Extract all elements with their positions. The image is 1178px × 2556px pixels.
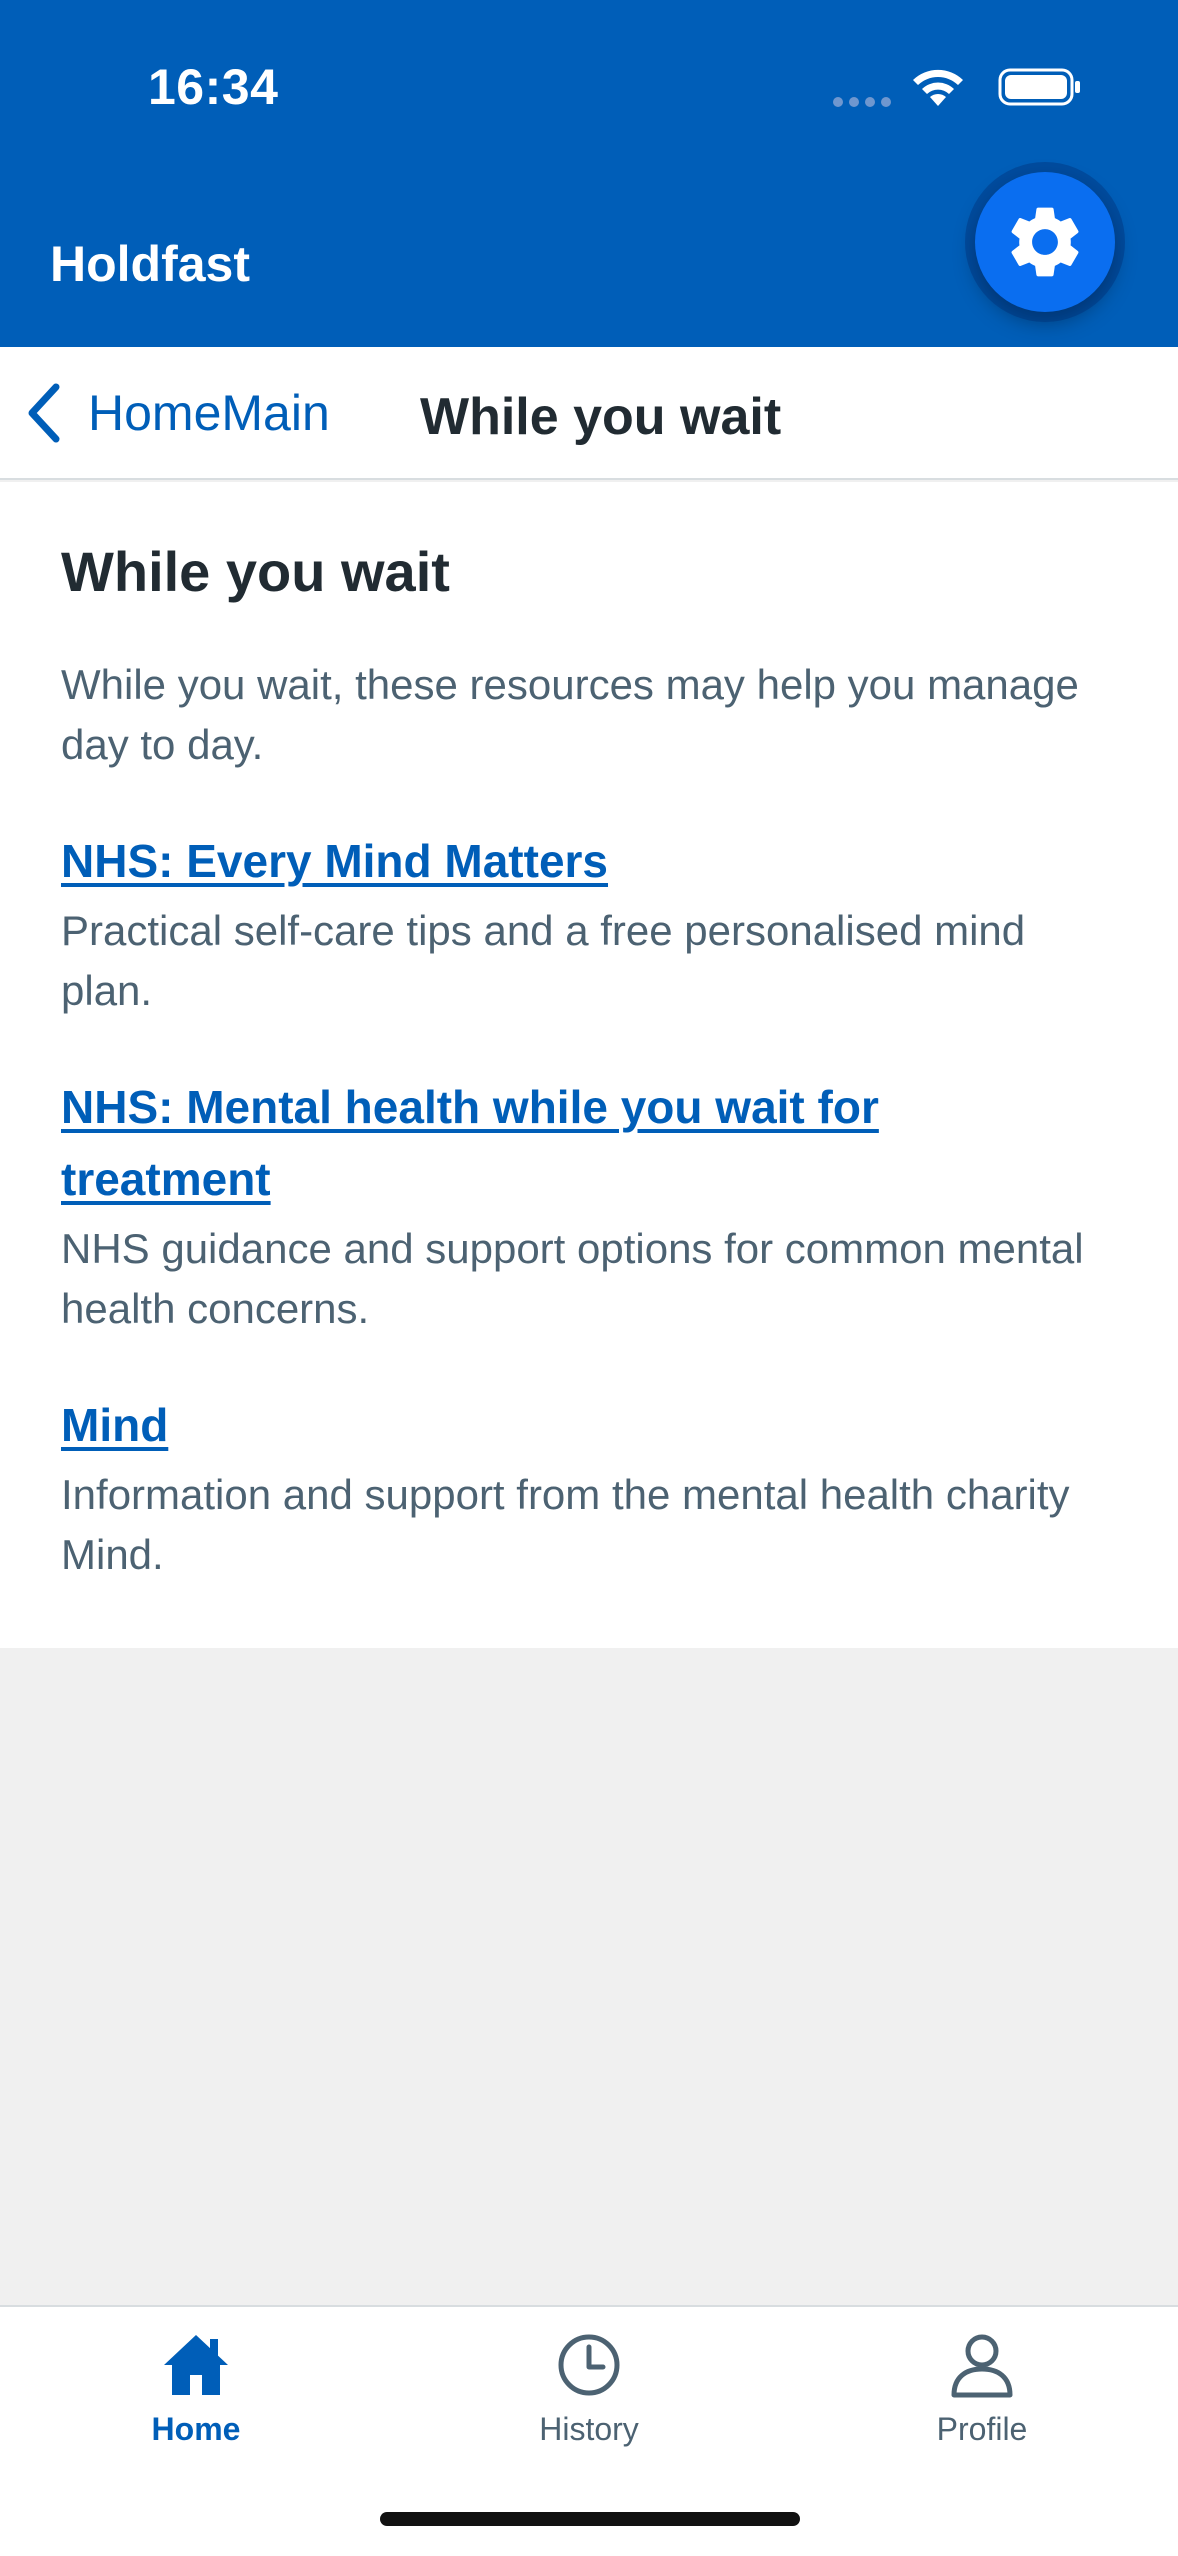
resource-item: NHS: Mental health while you wait for tr… — [61, 1071, 1118, 1339]
resource-link-every-mind-matters[interactable]: NHS: Every Mind Matters — [61, 825, 1118, 897]
resource-description: Practical self-care tips and a free pers… — [61, 907, 1026, 1015]
app-header: 16:34 Holdfast — [0, 0, 1178, 347]
page-heading: While you wait — [61, 540, 450, 603]
intro-text: While you wait, these resources may help… — [61, 661, 1079, 769]
tab-profile[interactable]: Profile — [882, 2329, 1082, 2469]
tab-label: Home — [151, 2411, 241, 2447]
tab-history[interactable]: History — [489, 2329, 689, 2469]
resource-link-mind[interactable]: Mind — [61, 1389, 1118, 1461]
tab-label: Profile — [936, 2411, 1028, 2447]
tab-label: History — [539, 2411, 639, 2447]
content-card: While you wait While you wait, these res… — [0, 482, 1178, 1648]
resource-item: NHS: Every Mind Matters Practical self-c… — [61, 825, 1118, 1021]
person-icon — [951, 2334, 1013, 2398]
navigation-bar: HomeMain While you wait — [0, 347, 1178, 480]
home-indicator — [380, 2512, 800, 2526]
resource-item: Mind Information and support from the me… — [61, 1389, 1118, 1585]
app-title: Holdfast — [50, 236, 250, 292]
resource-link-mental-health-while-you-wait[interactable]: NHS: Mental health while you wait for tr… — [61, 1071, 1021, 1215]
status-time: 16:34 — [148, 59, 279, 115]
gear-icon — [1011, 207, 1079, 277]
wifi-icon — [913, 69, 963, 106]
status-icons — [822, 60, 1082, 110]
resource-description: Information and support from the mental … — [61, 1471, 1070, 1579]
battery-icon — [998, 68, 1080, 106]
signal-dots-icon — [833, 97, 891, 107]
resource-description: NHS guidance and support options for com… — [61, 1225, 1084, 1333]
clock-icon — [558, 2334, 620, 2396]
nav-title: While you wait — [420, 388, 782, 446]
screen: 16:34 Holdfast HomeMain While you wait W… — [0, 0, 1178, 2556]
back-label: HomeMain — [88, 385, 330, 441]
back-button[interactable]: HomeMain — [22, 377, 330, 449]
settings-button[interactable] — [975, 172, 1115, 312]
chevron-left-icon — [28, 383, 60, 443]
tab-home[interactable]: Home — [96, 2329, 296, 2469]
home-icon — [164, 2335, 228, 2395]
